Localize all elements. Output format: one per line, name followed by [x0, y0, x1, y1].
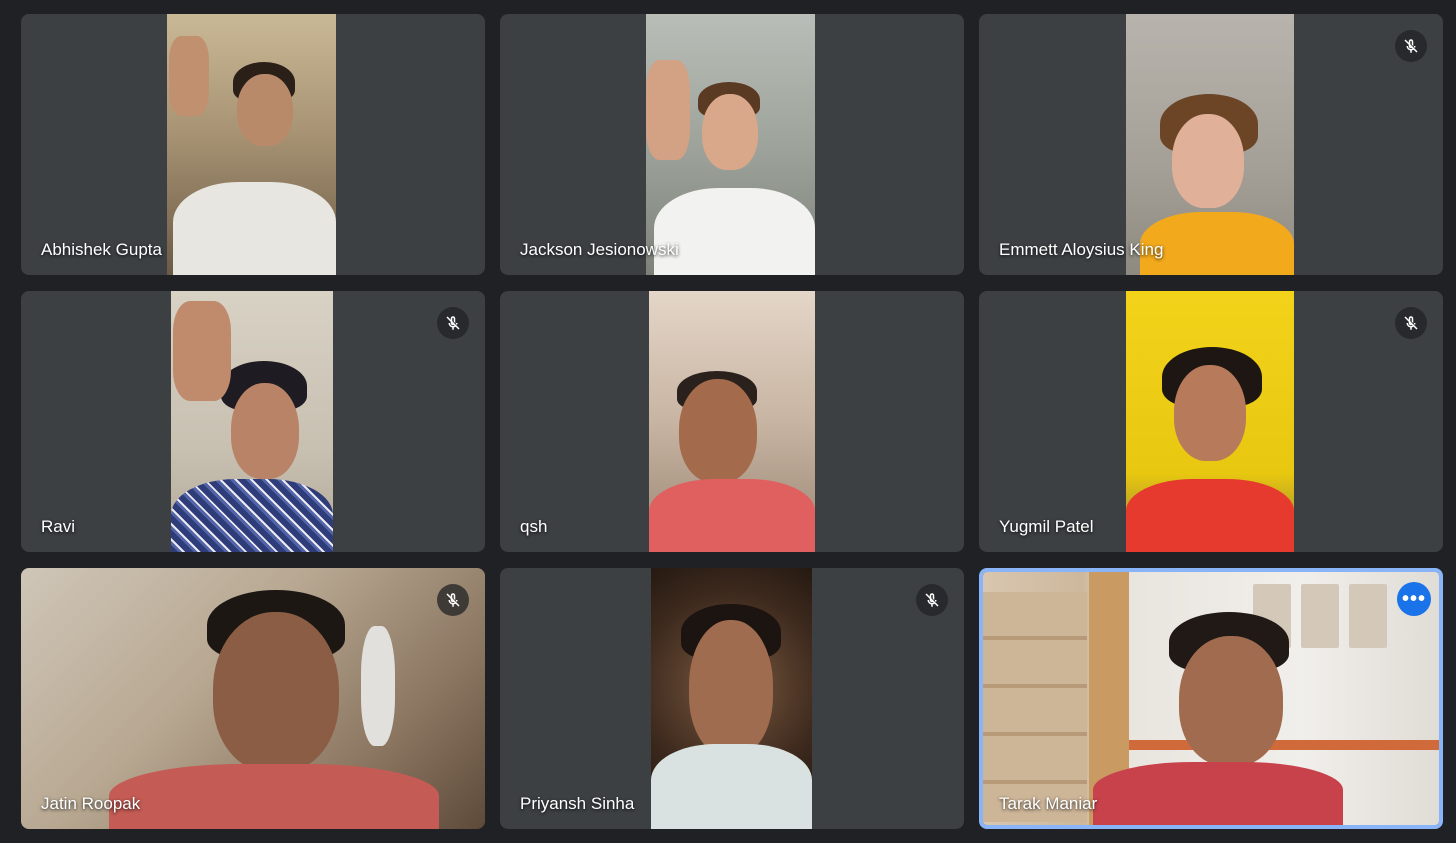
participant-video	[651, 568, 812, 829]
participant-name: Ravi	[41, 517, 76, 536]
participant-video	[171, 291, 333, 552]
participant-video	[983, 572, 1439, 825]
participant-name: Emmett Aloysius King	[999, 240, 1164, 259]
participant-name: Priyansh Sinha	[520, 794, 635, 813]
participant-name: Jackson Jesionowski	[520, 240, 679, 259]
participant-video	[646, 14, 815, 275]
participant-video	[649, 291, 815, 552]
participant-tile-ravi[interactable]: Ravi	[21, 291, 485, 552]
participant-tile-qsh[interactable]: qsh	[500, 291, 964, 552]
mic-off-icon	[1395, 307, 1427, 339]
more-options-button[interactable]: •••	[1397, 582, 1431, 616]
participant-tile-yugmil-patel[interactable]: Yugmil Patel	[979, 291, 1443, 552]
participant-tile-emmett-aloysius-king[interactable]: Emmett Aloysius King	[979, 14, 1443, 275]
mic-off-icon	[916, 584, 948, 616]
mic-off-icon	[437, 307, 469, 339]
participant-name: Abhishek Gupta	[41, 240, 162, 259]
participant-tile-jackson-jesionowski[interactable]: Jackson Jesionowski	[500, 14, 964, 275]
participant-tile-jatin-roopak[interactable]: Jatin Roopak	[21, 568, 485, 829]
participant-tile-abhishek-gupta[interactable]: Abhishek Gupta	[21, 14, 485, 275]
participant-video	[1126, 291, 1294, 552]
participant-video	[21, 568, 485, 829]
participant-name: Yugmil Patel	[999, 517, 1094, 536]
mic-off-icon	[437, 584, 469, 616]
participant-name: Tarak Maniar	[999, 794, 1098, 813]
participant-tile-tarak-maniar[interactable]: Tarak Maniar •••	[979, 568, 1443, 829]
participant-name: Jatin Roopak	[41, 794, 141, 813]
participant-name: qsh	[520, 517, 548, 536]
participant-tile-priyansh-sinha[interactable]: Priyansh Sinha	[500, 568, 964, 829]
mic-off-icon	[1395, 30, 1427, 62]
participant-video	[167, 14, 336, 275]
more-horizontal-icon: •••	[1401, 588, 1426, 610]
participant-video	[1126, 14, 1294, 275]
